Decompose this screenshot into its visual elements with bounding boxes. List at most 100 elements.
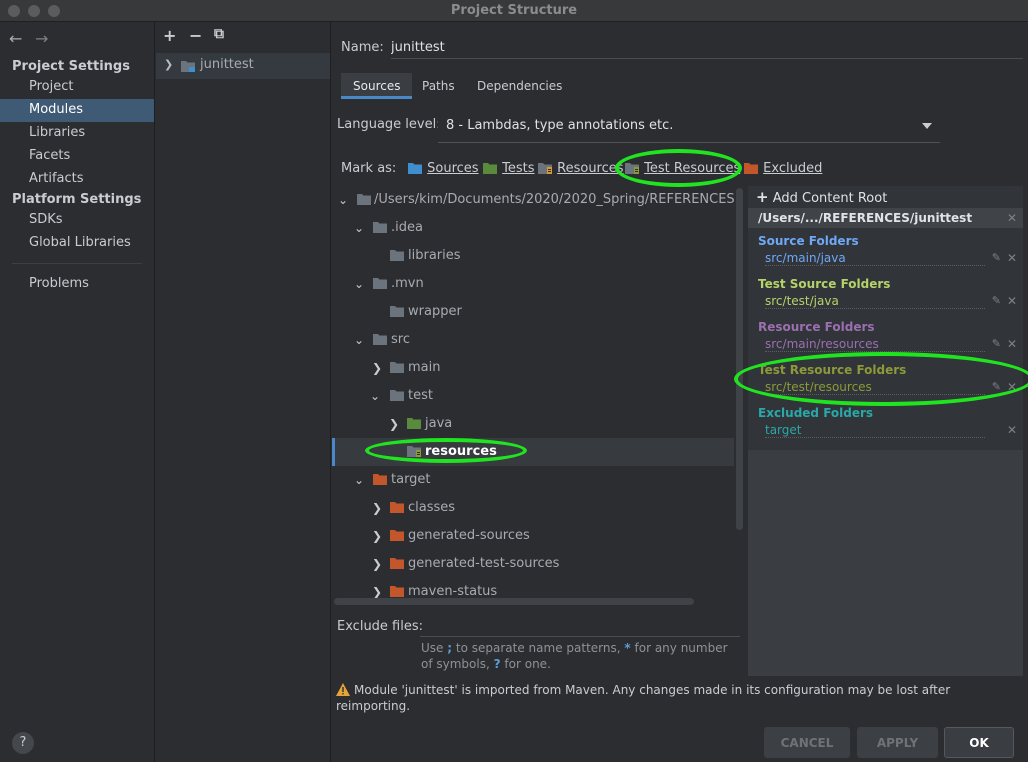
- sidebar-item-artifacts[interactable]: Artifacts: [0, 168, 154, 191]
- exclude-files-input[interactable]: [420, 617, 740, 637]
- folder-icon: [357, 194, 371, 205]
- chevron-down-icon[interactable]: ⌄: [338, 186, 348, 214]
- add-content-root-button[interactable]: + Add Content Root: [756, 188, 887, 206]
- add-module-icon[interactable]: +: [163, 26, 176, 45]
- tree-row-main[interactable]: ❯ main: [332, 354, 734, 382]
- excluded-folder-icon: [744, 163, 758, 174]
- chevron-right-icon[interactable]: ❯: [372, 522, 382, 550]
- tree-horizontal-scrollbar[interactable]: [334, 598, 694, 605]
- sidebar-item-libraries[interactable]: Libraries: [0, 122, 154, 145]
- chevron-down-icon[interactable]: ⌄: [354, 270, 364, 298]
- sidebar-item-sdks[interactable]: SDKs: [0, 209, 154, 232]
- cancel-button[interactable]: CANCEL: [764, 727, 850, 758]
- sidebar-item-project[interactable]: Project: [0, 76, 154, 99]
- copy-module-icon[interactable]: ⧉: [214, 26, 224, 42]
- sidebar-item-problems[interactable]: Problems: [0, 273, 154, 296]
- chevron-right-icon[interactable]: ❯: [164, 58, 173, 71]
- mark-as-test-resources-button[interactable]: Test Resources: [624, 159, 740, 179]
- tree-label: java: [425, 416, 453, 431]
- apply-button[interactable]: APPLY: [857, 727, 938, 758]
- edit-icon[interactable]: ✎: [992, 337, 1001, 350]
- tree-vertical-scrollbar[interactable]: [736, 188, 743, 530]
- source-folders-heading: Source Folders: [758, 234, 859, 248]
- edit-icon[interactable]: ✎: [992, 251, 1001, 264]
- content-root-tree[interactable]: ⌄ /Users/kim/Documents/2020/2020_Spring/…: [332, 186, 734, 598]
- tree-row-resources[interactable]: resources: [332, 438, 734, 466]
- mark-as-resources-label: Resources: [557, 161, 624, 176]
- sidebar-item-facets[interactable]: Facets: [0, 145, 154, 168]
- tree-row-test[interactable]: ⌄ test: [332, 382, 734, 410]
- folder-icon: [390, 390, 404, 401]
- tree-row-target[interactable]: ⌄ target: [332, 466, 734, 494]
- chevron-down-icon[interactable]: ⌄: [354, 214, 364, 242]
- chevron-right-icon[interactable]: ❯: [372, 354, 382, 382]
- excluded-folder-icon: [390, 558, 404, 569]
- chevron-right-icon[interactable]: ❯: [372, 550, 382, 578]
- test-folder-icon: [407, 418, 421, 429]
- close-icon[interactable]: ✕: [1007, 294, 1017, 308]
- chevron-right-icon[interactable]: ❯: [372, 494, 382, 522]
- tree-row-root[interactable]: ⌄ /Users/kim/Documents/2020/2020_Spring/…: [332, 186, 734, 214]
- tests-folder-icon: [483, 163, 497, 174]
- tree-row-generated-sources[interactable]: ❯ generated-sources: [332, 522, 734, 550]
- remove-module-icon[interactable]: −: [189, 26, 202, 45]
- chevron-down-icon: [922, 123, 932, 129]
- close-icon[interactable]: ✕: [1007, 380, 1017, 394]
- tab-dependencies[interactable]: Dependencies: [465, 73, 574, 99]
- tree-row-classes[interactable]: ❯ classes: [332, 494, 734, 522]
- tree-label: src: [391, 332, 410, 347]
- tree-label: main: [408, 360, 441, 375]
- chevron-down-icon[interactable]: ⌄: [354, 326, 364, 354]
- chevron-down-icon[interactable]: ⌄: [370, 382, 380, 410]
- excluded-folders-heading: Excluded Folders: [758, 406, 874, 420]
- maven-warning: Module 'junittest' is imported from Mave…: [336, 682, 1016, 714]
- mark-as-tests-button[interactable]: Tests: [482, 159, 535, 179]
- sidebar-item-modules[interactable]: Modules: [0, 99, 154, 122]
- divider: [12, 263, 142, 264]
- forward-arrow-icon[interactable]: →: [35, 29, 48, 48]
- chevron-right-icon[interactable]: ❯: [389, 410, 399, 438]
- tree-row-generated-test-sources[interactable]: ❯ generated-test-sources: [332, 550, 734, 578]
- mark-as-sources-button[interactable]: Sources: [407, 159, 479, 179]
- tab-paths[interactable]: Paths: [410, 73, 467, 99]
- folder-icon: [373, 334, 387, 345]
- close-icon[interactable]: ✕: [1007, 423, 1017, 437]
- close-icon[interactable]: ✕: [1007, 337, 1017, 351]
- tab-sources[interactable]: Sources: [341, 73, 413, 99]
- hint-key: ?: [493, 657, 501, 671]
- sidebar-item-global-libraries[interactable]: Global Libraries: [0, 232, 154, 255]
- tree-label: /Users/kim/Documents/2020/2020_Spring/RE…: [374, 192, 734, 207]
- module-item-junittest[interactable]: ❯ junittest: [156, 53, 330, 79]
- hint-key: ;: [447, 641, 453, 655]
- edit-icon[interactable]: ✎: [992, 294, 1001, 307]
- tree-row-java[interactable]: ❯ java: [332, 410, 734, 438]
- module-name-field[interactable]: [391, 37, 1023, 59]
- mark-as-resources-button[interactable]: Resources: [537, 159, 624, 179]
- back-arrow-icon[interactable]: ←: [9, 29, 22, 48]
- tree-row-mvn[interactable]: ⌄ .mvn: [332, 270, 734, 298]
- folder-icon: [390, 250, 404, 261]
- close-icon[interactable]: ✕: [1007, 251, 1017, 265]
- tree-label: wrapper: [408, 304, 462, 319]
- help-button[interactable]: ?: [12, 732, 34, 754]
- tree-row-maven-status[interactable]: ❯ maven-status: [332, 578, 734, 598]
- tree-row-wrapper[interactable]: wrapper: [332, 298, 734, 326]
- mark-as-test-resources-label: Test Resources: [644, 161, 741, 176]
- tree-label: classes: [408, 500, 456, 515]
- tree-row-libraries[interactable]: libraries: [332, 242, 734, 270]
- tree-label: .mvn: [391, 276, 424, 291]
- tree-row-src[interactable]: ⌄ src: [332, 326, 734, 354]
- ok-button[interactable]: OK: [944, 727, 1014, 758]
- edit-icon[interactable]: ✎: [992, 380, 1001, 393]
- settings-sidebar: ← → Project Settings Project Modules Lib…: [0, 22, 155, 762]
- mark-as-excluded-label: Excluded: [763, 161, 823, 176]
- mark-as-excluded-button[interactable]: Excluded: [743, 159, 822, 179]
- chevron-right-icon[interactable]: ❯: [372, 578, 382, 598]
- test-resource-folders-heading: Test Resource Folders: [758, 363, 907, 377]
- project-settings-header: Project Settings: [12, 59, 130, 74]
- tree-row-idea[interactable]: ⌄ .idea: [332, 214, 734, 242]
- language-level-dropdown[interactable]: 8 - Lambdas, type annotations etc.: [438, 111, 940, 143]
- remove-content-root-icon[interactable]: ✕: [1007, 208, 1017, 228]
- chevron-down-icon[interactable]: ⌄: [354, 466, 364, 494]
- hint-text: for any number: [634, 641, 728, 655]
